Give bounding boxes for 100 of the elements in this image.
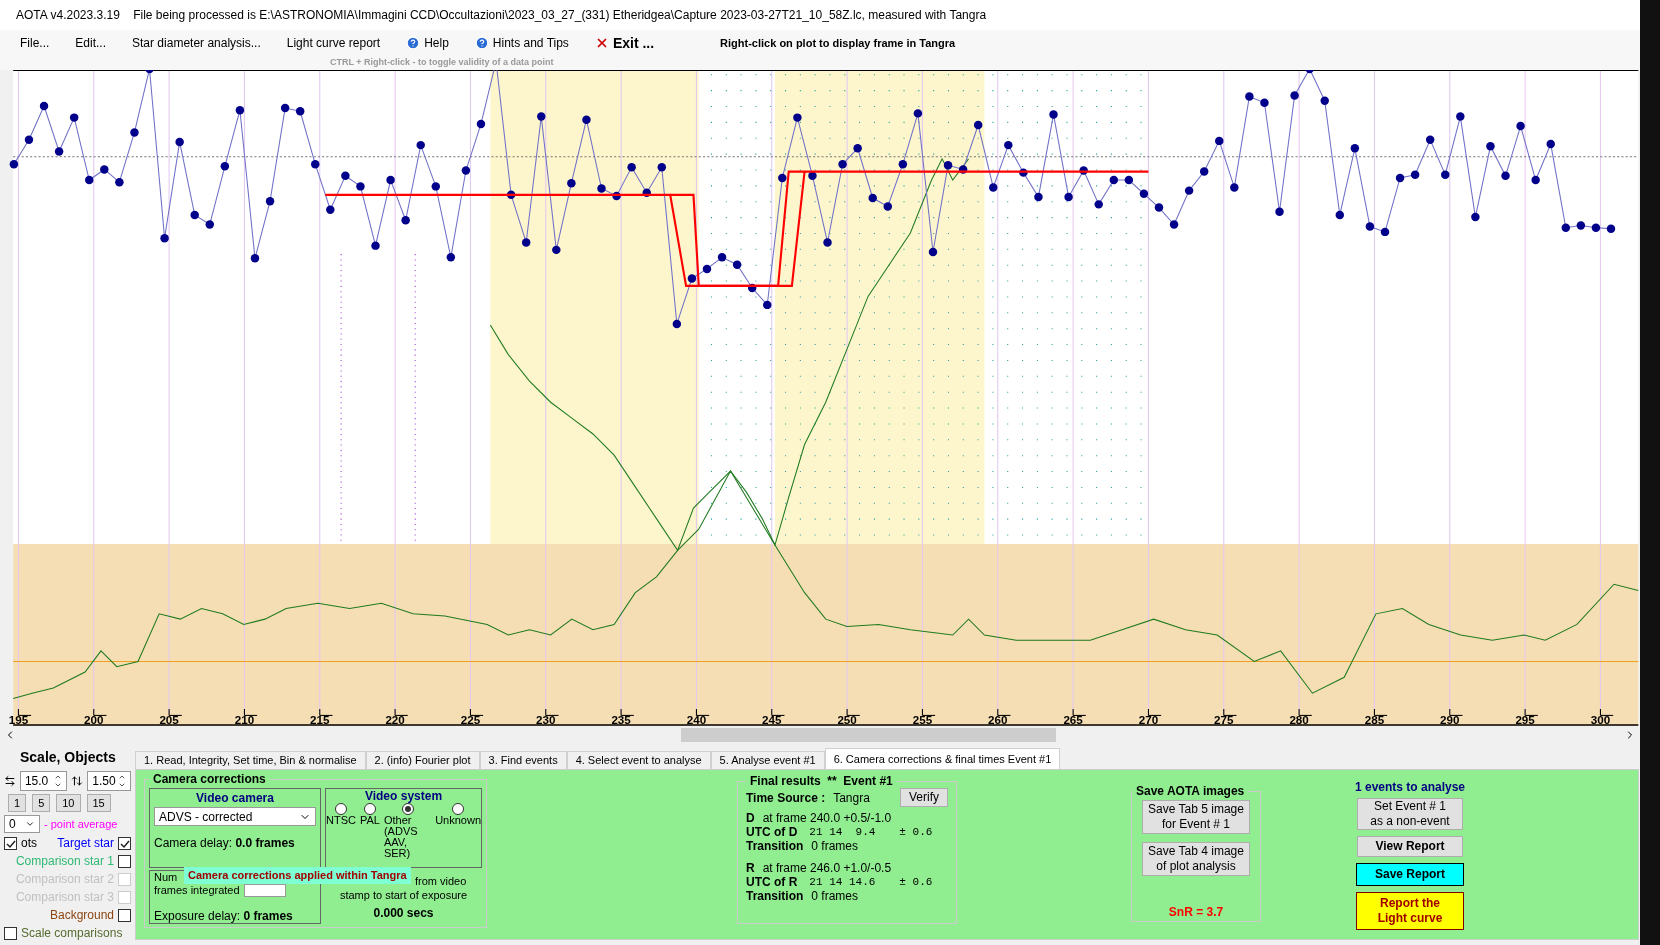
axis-tick-label: 205	[159, 712, 179, 726]
group-title: Final results ** Event #1	[749, 774, 894, 788]
non-event-button[interactable]: Set Event # 1 as a non-event	[1357, 798, 1463, 830]
exit-menu-item[interactable]: Exit ...	[594, 32, 655, 54]
axis-tick-label: 195	[8, 712, 29, 726]
axis-tick-label: 290	[1440, 712, 1460, 726]
time-source-label: Time Source :	[746, 790, 826, 805]
plot-hint: Right-click on plot to display frame in Tangra	[720, 35, 956, 51]
scrollbar-thumb[interactable]	[681, 728, 1056, 742]
average-dropdown[interactable]: 0	[4, 815, 40, 833]
menu-item[interactable]: Help	[406, 34, 449, 52]
report-light-curve-button[interactable]: Report the Light curve	[1356, 892, 1464, 930]
axis-tick-label: 255	[912, 712, 933, 726]
spin-up-icon[interactable]	[54, 773, 63, 781]
help-icon	[474, 36, 489, 50]
event-letter: D	[746, 811, 755, 825]
tab[interactable]: 4. Select event to analyse	[566, 751, 711, 769]
axis-tick-label: 235	[611, 712, 631, 726]
save-report-button[interactable]: Save Report	[1356, 863, 1464, 886]
utc-error: ± 0.6	[899, 825, 933, 839]
frames-input[interactable]	[243, 884, 286, 897]
offset-label: stamp to start of exposure	[339, 888, 468, 902]
help-icon	[406, 36, 421, 50]
radio-option[interactable]: Other (ADVS AAV, SER)	[383, 803, 432, 859]
checkbox[interactable]	[118, 909, 131, 922]
axis-tick-label: 265	[1063, 712, 1083, 726]
object-label: ots	[21, 836, 37, 851]
axis-tick-label: 210	[234, 712, 255, 726]
tangra-notice: Camera corrections applied within Tangra	[184, 867, 411, 884]
tab[interactable]: 5. Analyse event #1	[710, 751, 825, 769]
axis-tick-label: 220	[385, 712, 405, 726]
axis-tick-label: 230	[536, 712, 556, 726]
offset-label: from video	[415, 874, 467, 888]
tab[interactable]: 1. Read, Integrity, Set time, Bin & normalise	[135, 751, 366, 769]
axis-tick-label: 275	[1214, 712, 1234, 726]
axis-tick-label: 285	[1364, 712, 1385, 726]
radio-button[interactable]	[452, 803, 465, 815]
exposure-delay: Exposure delay: 0 frames	[154, 910, 294, 923]
utc-label: UTC of D	[746, 825, 798, 839]
axis-tick-label: 215	[310, 712, 330, 726]
view-report-button[interactable]: View Report	[1357, 836, 1463, 857]
menu-item[interactable]: Star diameter analysis...	[132, 34, 261, 52]
transition-label: Transition	[746, 889, 804, 903]
radio-button[interactable]	[401, 803, 414, 815]
axis-tick-label: 300	[1590, 712, 1611, 726]
object-label: Background	[49, 908, 114, 923]
vertical-scale-icon	[71, 775, 84, 787]
radio-button[interactable]	[334, 803, 347, 815]
checkbox[interactable]	[4, 927, 17, 940]
radio-option[interactable]: NTSC	[326, 803, 356, 859]
event-frame: at frame 240.0 +0.5/-1.0	[762, 811, 892, 825]
radio-option[interactable]: PAL	[359, 803, 380, 859]
event-letter: R	[746, 861, 755, 875]
menu-item[interactable]: Light curve report	[286, 34, 381, 52]
verify-button[interactable]: Verify	[900, 788, 948, 807]
checkbox[interactable]	[118, 837, 131, 850]
axis-tick-label: 260	[988, 712, 1008, 726]
tab[interactable]: 3. Find events	[479, 751, 567, 769]
radio-option[interactable]: Unknown	[435, 803, 481, 859]
transition-label: Transition	[746, 839, 804, 853]
group-title: Save AOTA images	[1135, 783, 1246, 800]
save-image-button[interactable]: Save Tab 5 image for Event # 1	[1142, 800, 1250, 834]
snr-value: SnR = 3.7	[1168, 904, 1224, 921]
time-source-value: Tangra	[833, 790, 870, 805]
events-count: 1 events to analyse	[1354, 779, 1466, 796]
camera-delay: Camera delay: 0.0 frames	[154, 835, 295, 852]
spin-down-icon[interactable]	[54, 781, 63, 789]
spin-up-icon[interactable]	[118, 773, 126, 781]
axis-tick-label: 225	[460, 712, 481, 726]
scale-button[interactable]: 1	[8, 794, 27, 812]
vertical-scale-spinner[interactable]: 1.50	[87, 771, 131, 791]
caret-icon	[25, 819, 35, 829]
save-image-button[interactable]: Save Tab 4 image of plot analysis	[1142, 842, 1250, 876]
frames-label: Num	[154, 871, 178, 884]
axis-tick-label: 280	[1289, 712, 1309, 726]
scale-button[interactable]: 15	[86, 794, 111, 812]
window-title: AOTA v4.2023.3.19 File being processed is E:\ASTRONOMIA\Immagini CCD\Occultazioni\2023_03_27_(331) Etheridgea\Capture 2023-03-27T21_10_58Z.lc, measured with Tangra	[16, 7, 987, 24]
checkbox[interactable]	[4, 837, 17, 850]
toggle-hint: CTRL + Right-click - to toggle validity of a data point	[330, 56, 555, 69]
utc-value: 21 14 14.6	[809, 875, 876, 889]
axis-tick-label: 250	[837, 712, 857, 726]
menu-item[interactable]: Hints and Tips	[474, 34, 569, 52]
scale-button[interactable]: 10	[56, 794, 81, 812]
tab[interactable]: 6. Camera corrections & final times Event #1	[824, 748, 1061, 769]
menu-item[interactable]: Edit...	[75, 34, 107, 52]
event-frame: at frame 246.0 +1.0/-0.5	[762, 861, 892, 875]
frames-label: frames integrated	[154, 884, 240, 897]
menu-item[interactable]: File...	[20, 34, 50, 52]
object-label: Target star	[57, 836, 114, 851]
axis-tick-label: 245	[762, 712, 782, 726]
horizontal-scale-spinner[interactable]: 15.0	[19, 771, 68, 791]
axis-tick-label: 270	[1138, 712, 1159, 726]
scale-button[interactable]: 5	[32, 794, 51, 812]
tab[interactable]: 2. (info) Fourier plot	[365, 751, 480, 769]
checkbox[interactable]	[118, 855, 131, 868]
spin-down-icon[interactable]	[118, 781, 126, 789]
radio-button[interactable]	[363, 803, 376, 815]
offset-value: 0.000 secs	[373, 906, 434, 920]
panel-title: Video camera	[196, 790, 274, 807]
camera-dropdown[interactable]: ADVS - corrected	[154, 807, 316, 826]
